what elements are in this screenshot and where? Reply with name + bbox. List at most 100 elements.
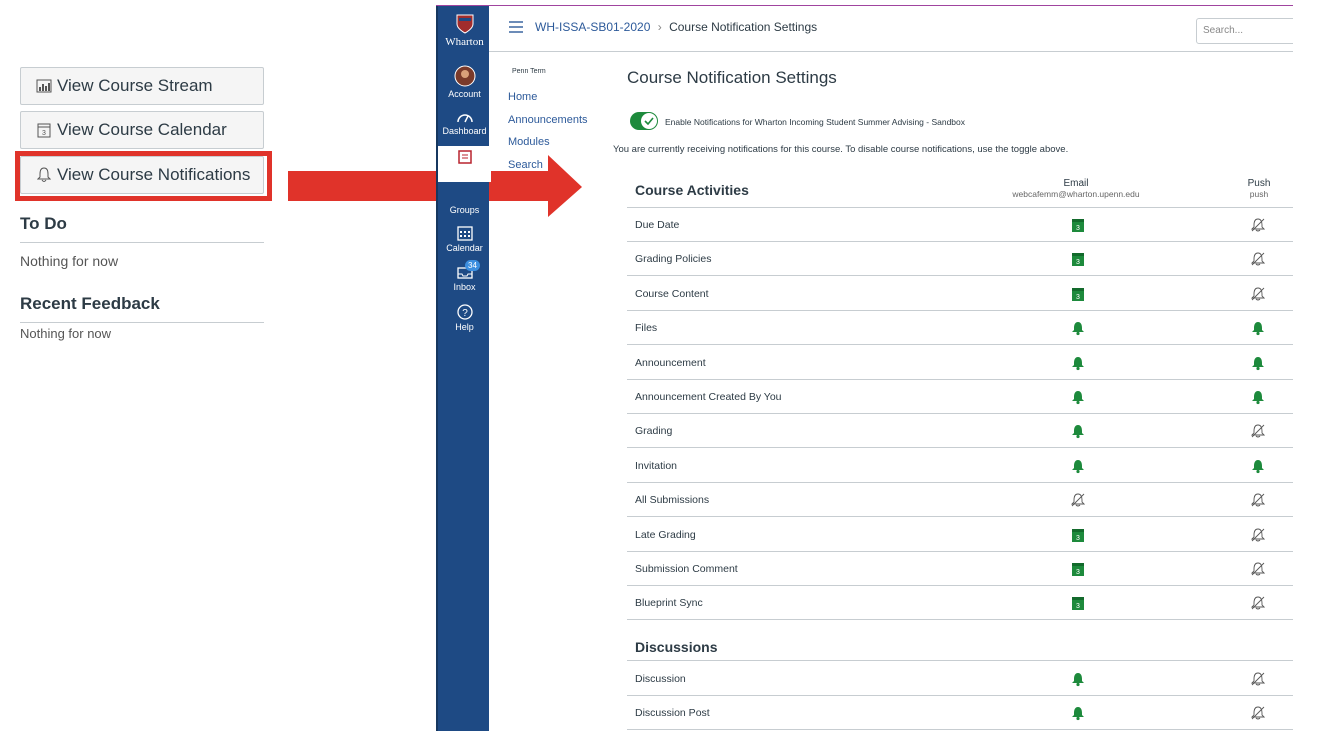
notification-name: Grading Policies [635,253,712,266]
push-frequency-button[interactable] [1250,217,1266,233]
notification-row: Discussion Post [627,696,1293,731]
nav-calendar[interactable]: Calendar [438,225,491,253]
breadcrumb-course[interactable]: WH-ISSA-SB01-2020 [535,20,650,34]
push-frequency-button[interactable] [1251,458,1265,474]
button-label: View Course Stream [57,76,213,95]
svg-text:3: 3 [42,130,46,137]
email-frequency-button[interactable] [1071,355,1085,371]
calendar-daily-icon: 3 [1072,287,1084,301]
notification-name: Invitation [635,459,678,472]
push-frequency-button[interactable] [1251,320,1265,336]
push-frequency-button[interactable] [1250,251,1266,267]
notifications-toggle[interactable] [630,112,658,130]
notification-row: All Submissions [627,483,1293,518]
bell-on-icon [1072,425,1084,439]
courses-icon [457,150,472,164]
calendar-daily-icon: 3 [1072,597,1084,611]
breadcrumb-current: Course Notification Settings [669,20,818,34]
global-nav: Wharton Account Dashboard Groups Calenda… [436,6,491,731]
bell-off-icon [1250,252,1266,266]
nav-dashboard[interactable]: Dashboard [438,110,491,136]
push-header-label: Push [1247,178,1271,189]
calendar-icon [456,226,473,241]
todo-empty-text: Nothing for now [20,253,119,269]
push-frequency-button[interactable] [1251,355,1265,371]
notification-row: Late Grading 3 [627,518,1293,552]
notification-name: All Submissions [635,494,710,507]
nav-account[interactable]: Account [438,65,491,99]
notification-name: Grading [635,425,673,438]
notification-row: Invitation [627,449,1293,483]
push-frequency-button[interactable] [1250,286,1266,302]
page-title: Course Notification Settings [627,68,837,87]
push-frequency-button[interactable] [1250,705,1266,721]
search-input[interactable]: Search... [1196,18,1293,44]
email-frequency-button[interactable] [1071,705,1085,721]
toggle-label: Enable Notifications for Wharton Incomin… [665,117,966,127]
svg-text:3: 3 [1076,535,1080,542]
email-frequency-button[interactable]: 3 [1071,251,1085,267]
course-nav-search[interactable]: Search [508,159,543,171]
email-column-header: Email webcafemm@wharton.upenn.edu [996,178,1156,199]
course-nav-home[interactable]: Home [508,91,537,103]
push-frequency-button[interactable] [1250,561,1266,577]
hamburger-icon[interactable] [508,21,524,33]
email-frequency-button[interactable] [1071,389,1085,405]
email-header-label: Email [1063,178,1089,189]
nav-inbox[interactable]: Inbox 34 [438,260,491,292]
help-icon: ? [456,304,473,320]
bell-on-icon [1072,356,1084,370]
view-course-stream-button[interactable]: View Course Stream [20,67,264,105]
course-nav-modules[interactable]: Modules [508,136,550,148]
wharton-logo[interactable]: Wharton [438,14,491,48]
push-frequency-button[interactable] [1250,423,1266,439]
bell-on-icon [1072,391,1084,405]
highlight-box [15,151,272,201]
email-frequency-button[interactable] [1071,320,1085,336]
push-column-header: Push push [1239,178,1279,199]
bell-on-icon [1072,459,1084,473]
breadcrumb: WH-ISSA-SB01-2020 › Course Notification … [535,20,817,34]
push-frequency-button[interactable] [1250,492,1266,508]
email-frequency-button[interactable]: 3 [1071,217,1085,233]
email-frequency-button[interactable]: 3 [1071,527,1085,543]
course-nav-announcements[interactable]: Announcements [508,114,588,126]
calendar-daily-icon: 3 [1072,253,1084,267]
logo-text: Wharton [445,36,484,48]
bell-off-icon [1250,493,1266,507]
nav-label: Account [448,89,481,99]
notification-name: Submission Comment [635,563,738,575]
canvas-screenshot: Wharton Account Dashboard Groups Calenda… [436,5,1293,731]
notification-name: Due Date [635,219,680,231]
calendar-icon: 3 [35,121,53,139]
notification-row: Files [627,311,1293,346]
push-frequency-button[interactable] [1250,527,1266,543]
check-icon [644,117,654,125]
svg-text:3: 3 [1076,225,1080,232]
push-frequency-button[interactable] [1250,671,1266,687]
bell-on-icon [1072,322,1084,336]
nav-groups[interactable]: Groups [438,205,491,215]
email-frequency-button[interactable] [1071,671,1085,687]
notification-name: Discussion [635,672,686,685]
email-frequency-button[interactable]: 3 [1071,595,1085,611]
push-frequency-button[interactable] [1250,595,1266,611]
button-label: View Course Calendar [57,120,227,139]
calendar-daily-icon: 3 [1072,219,1084,232]
email-frequency-button[interactable]: 3 [1071,561,1085,577]
notification-name: Discussion Post [635,707,710,720]
todo-heading: To Do [20,214,264,243]
nav-help[interactable]: ? Help [438,304,491,332]
notification-row: Course Content 3 [627,277,1293,311]
notification-name: Announcement [635,356,706,369]
email-frequency-button[interactable] [1070,492,1086,508]
push-frequency-button[interactable] [1251,389,1265,405]
section-title: Discussions [635,638,718,655]
email-frequency-button[interactable]: 3 [1071,286,1085,302]
notification-name: Course Content [635,287,709,300]
nav-courses[interactable] [438,146,491,182]
view-course-calendar-button[interactable]: 3 View Course Calendar [20,111,264,149]
email-frequency-button[interactable] [1071,458,1085,474]
email-frequency-button[interactable] [1071,423,1085,439]
section-heading: Course Activities [627,182,1293,208]
